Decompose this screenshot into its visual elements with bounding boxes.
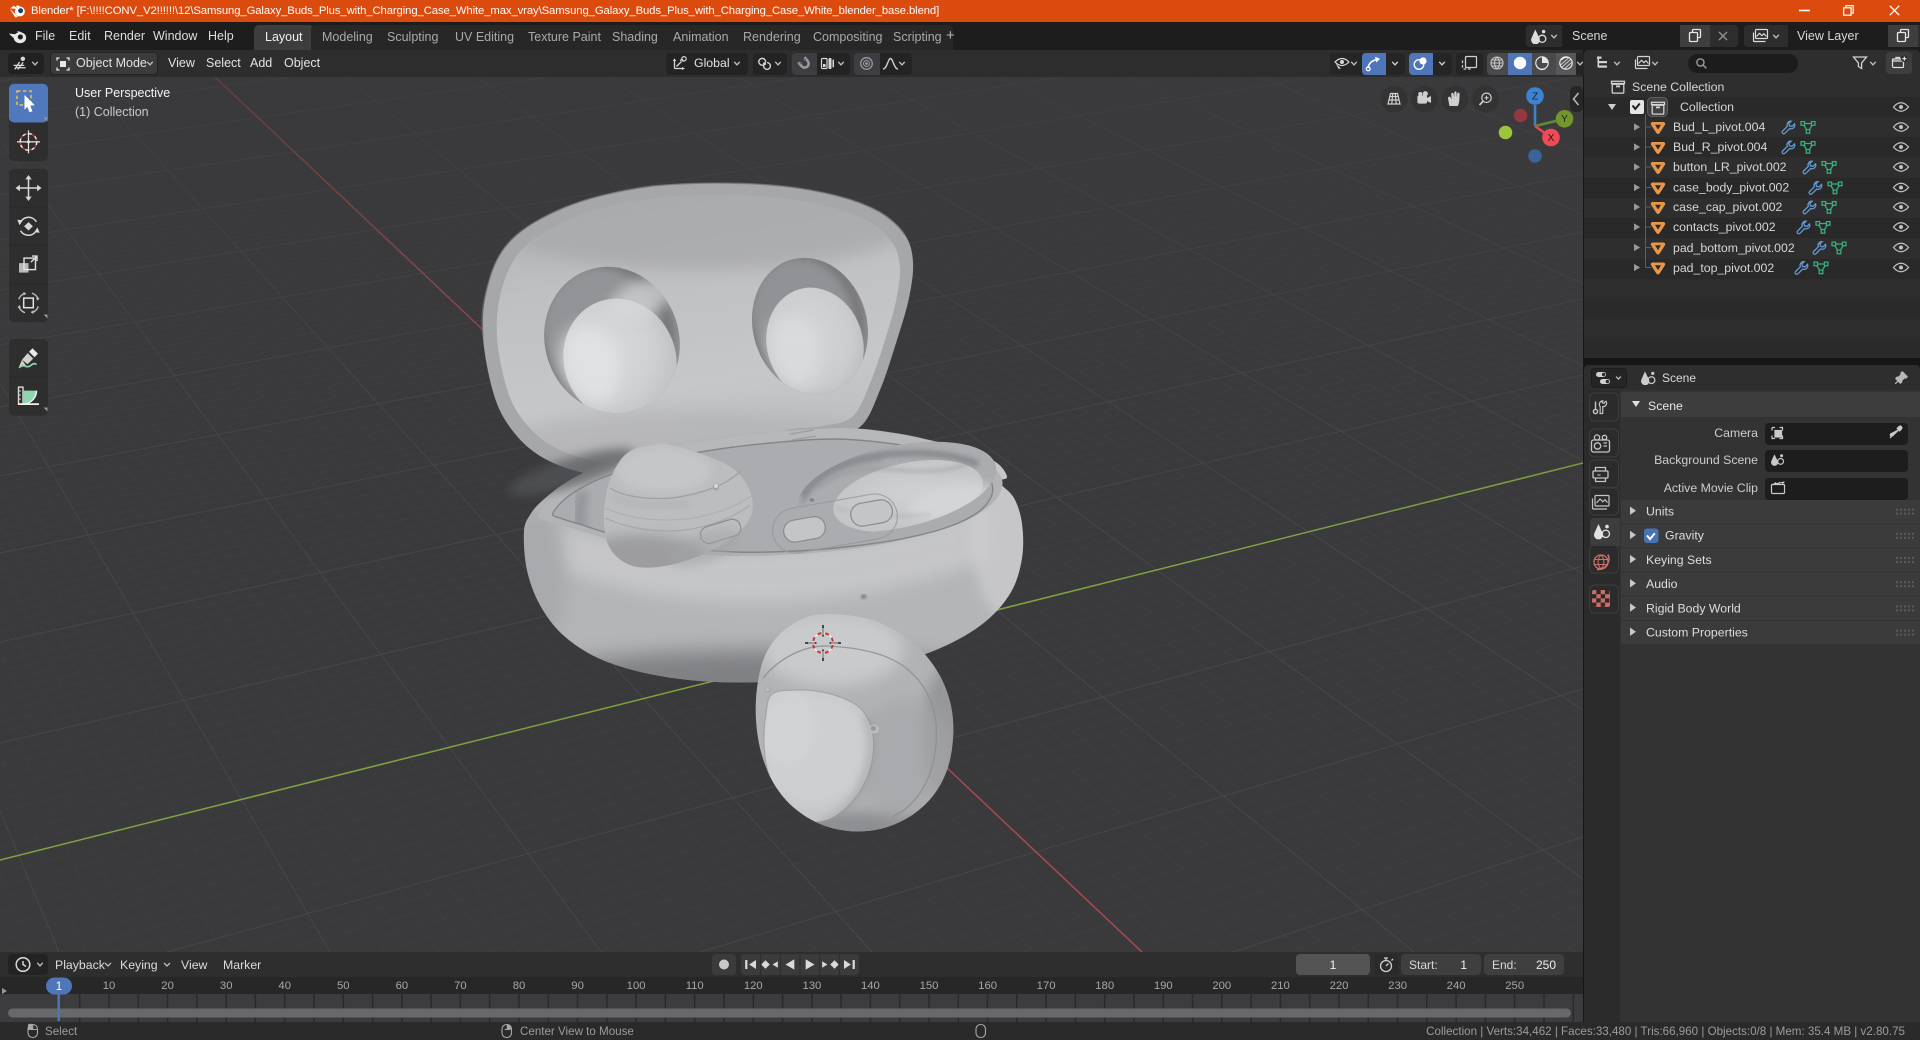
svg-text:Gravity: Gravity — [1665, 529, 1705, 543]
svg-text:150: 150 — [920, 980, 939, 992]
svg-text:Start:: Start: — [1409, 958, 1438, 972]
svg-text:case_body_pivot.002: case_body_pivot.002 — [1673, 181, 1789, 195]
svg-text:X: X — [1548, 133, 1555, 144]
svg-text:60: 60 — [396, 980, 409, 992]
svg-text:Center View to Mouse: Center View to Mouse — [520, 1025, 634, 1038]
svg-text:Scene: Scene — [1648, 399, 1683, 413]
svg-text:90: 90 — [571, 980, 584, 992]
svg-text:Playback: Playback — [55, 958, 106, 972]
svg-text:120: 120 — [744, 980, 763, 992]
svg-text:Keying: Keying — [120, 958, 158, 972]
svg-text:case_cap_pivot.002: case_cap_pivot.002 — [1673, 200, 1783, 214]
svg-text:190: 190 — [1154, 980, 1173, 992]
svg-text:80: 80 — [513, 980, 526, 992]
svg-text:200: 200 — [1212, 980, 1231, 992]
svg-text:40: 40 — [278, 980, 291, 992]
svg-text:250: 250 — [1505, 980, 1524, 992]
svg-text:250: 250 — [1536, 958, 1556, 972]
svg-text:Collection: Collection — [1680, 100, 1734, 114]
svg-text:Z: Z — [1532, 91, 1538, 102]
svg-text:Active Movie Clip: Active Movie Clip — [1664, 481, 1758, 495]
svg-text:1: 1 — [56, 981, 62, 993]
svg-text:Keying Sets: Keying Sets — [1646, 553, 1712, 567]
svg-text:button_LR_pivot.002: button_LR_pivot.002 — [1673, 160, 1787, 174]
svg-text:pad_bottom_pivot.002: pad_bottom_pivot.002 — [1673, 241, 1795, 255]
svg-text:Rigid Body World: Rigid Body World — [1646, 601, 1741, 615]
svg-text:Bud_L_pivot.004: Bud_L_pivot.004 — [1673, 120, 1765, 134]
svg-text:160: 160 — [978, 980, 997, 992]
svg-text:20: 20 — [161, 980, 174, 992]
svg-text:contacts_pivot.002: contacts_pivot.002 — [1673, 220, 1776, 234]
svg-text:End:: End: — [1492, 958, 1517, 972]
svg-text:Collection | Verts:34,462 | Fa: Collection | Verts:34,462 | Faces:33,480… — [1426, 1025, 1905, 1038]
svg-text:1: 1 — [1330, 958, 1337, 972]
svg-text:Marker: Marker — [223, 958, 261, 972]
svg-text:Units: Units — [1646, 505, 1674, 519]
svg-text:Background Scene: Background Scene — [1654, 453, 1758, 467]
svg-text:pad_top_pivot.002: pad_top_pivot.002 — [1673, 261, 1774, 275]
svg-text:Audio: Audio — [1646, 577, 1678, 591]
svg-text:220: 220 — [1330, 980, 1349, 992]
svg-text:140: 140 — [861, 980, 880, 992]
svg-text:(1) Collection: (1) Collection — [75, 105, 149, 119]
svg-text:Y: Y — [1561, 114, 1568, 125]
svg-text:Scene Collection: Scene Collection — [1632, 80, 1724, 94]
svg-text:100: 100 — [627, 980, 646, 992]
svg-text:1: 1 — [1460, 958, 1467, 972]
svg-text:View: View — [181, 958, 208, 972]
svg-text:Camera: Camera — [1714, 426, 1758, 440]
svg-text:130: 130 — [802, 980, 821, 992]
svg-text:180: 180 — [1095, 980, 1114, 992]
svg-text:30: 30 — [220, 980, 233, 992]
svg-text:10: 10 — [103, 980, 116, 992]
svg-text:Bud_R_pivot.004: Bud_R_pivot.004 — [1673, 140, 1768, 154]
svg-text:50: 50 — [337, 980, 350, 992]
svg-text:Select: Select — [45, 1025, 78, 1038]
svg-text:User Perspective: User Perspective — [75, 86, 170, 100]
svg-text:70: 70 — [454, 980, 467, 992]
svg-text:Custom Properties: Custom Properties — [1646, 626, 1748, 640]
svg-text:210: 210 — [1271, 980, 1290, 992]
svg-text:170: 170 — [1037, 980, 1056, 992]
svg-text:110: 110 — [686, 980, 704, 992]
svg-text:230: 230 — [1388, 980, 1407, 992]
svg-text:240: 240 — [1447, 980, 1466, 992]
